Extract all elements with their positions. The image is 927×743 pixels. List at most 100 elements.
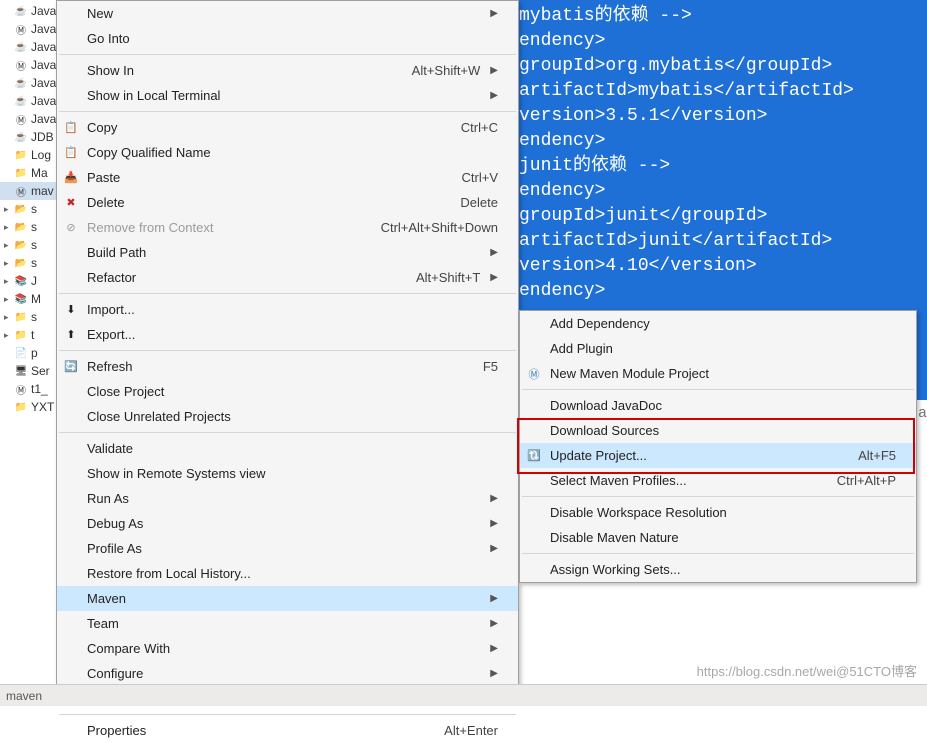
tree-item[interactable]: ☕JDB (0, 128, 60, 146)
tree-item-label: Java (31, 94, 56, 108)
expand-icon[interactable]: ▸ (4, 312, 14, 323)
menu-item-validate[interactable]: Validate (57, 436, 518, 461)
menu-item-add-dependency[interactable]: Add Dependency (520, 311, 916, 336)
expand-icon[interactable]: ▸ (4, 240, 14, 251)
tree-item-label: YXT (31, 400, 54, 414)
menu-item-run-as[interactable]: Run As▶ (57, 486, 518, 511)
menu-item-close-project[interactable]: Close Project (57, 379, 518, 404)
source-folder-icon: 📂 (14, 202, 28, 216)
submenu-arrow-icon: ▶ (490, 272, 498, 283)
menu-item-update-project[interactable]: 🔃Update Project...Alt+F5 (520, 443, 916, 468)
tree-item[interactable]: 🖥Ser (0, 362, 60, 380)
tree-item[interactable]: Ⓜmav (0, 182, 60, 200)
submenu-arrow-icon: ▶ (490, 8, 498, 19)
menu-item-disable-maven-nature[interactable]: Disable Maven Nature (520, 525, 916, 550)
menu-item-refresh[interactable]: 🔄RefreshF5 (57, 354, 518, 379)
code-line: endency> (519, 29, 927, 54)
tree-item[interactable]: ▸📚J (0, 272, 60, 290)
menu-item-download-sources[interactable]: Download Sources (520, 418, 916, 443)
tree-item[interactable]: ⓂJava (0, 20, 60, 38)
menu-item-download-javadoc[interactable]: Download JavaDoc (520, 393, 916, 418)
menu-item-disable-workspace-resolution[interactable]: Disable Workspace Resolution (520, 500, 916, 525)
tree-item[interactable]: 📁Log (0, 146, 60, 164)
tree-item[interactable]: ⓂJava (0, 56, 60, 74)
menu-item-properties[interactable]: PropertiesAlt+Enter (57, 718, 518, 743)
menu-item-shortcut: Ctrl+Alt+P (837, 473, 896, 488)
library-icon: 📚 (14, 292, 28, 306)
menu-item-show-in-local-terminal[interactable]: Show in Local Terminal▶ (57, 83, 518, 108)
project-explorer[interactable]: ☕JavaⓂJava☕JavaⓂJava☕Java☕JavaⓂJava☕JDB📁… (0, 0, 60, 706)
expand-icon[interactable]: ▸ (4, 258, 14, 269)
submenu-arrow-icon: ▶ (490, 668, 498, 679)
menu-item-add-plugin[interactable]: Add Plugin (520, 336, 916, 361)
tree-item-label: t (31, 328, 34, 342)
menu-item-show-in[interactable]: Show InAlt+Shift+W▶ (57, 58, 518, 83)
menu-item-label: Compare With (87, 641, 480, 656)
code-line: artifactId>junit</artifactId> (519, 229, 927, 254)
tree-item[interactable]: ☕Java (0, 74, 60, 92)
menu-item-go-into[interactable]: Go Into (57, 26, 518, 51)
context-menu-maven[interactable]: Add DependencyAdd PluginⓂNew Maven Modul… (519, 310, 917, 583)
tree-item[interactable]: ▸📁t (0, 326, 60, 344)
expand-icon[interactable]: ▸ (4, 330, 14, 341)
tree-item[interactable]: ⓂJava (0, 110, 60, 128)
tree-item[interactable]: Ⓜt1_ (0, 380, 60, 398)
menu-item-export[interactable]: ⬆Export... (57, 322, 518, 347)
tree-item[interactable]: ▸📂s (0, 254, 60, 272)
tree-item[interactable]: ▸📁s (0, 308, 60, 326)
menu-item-shortcut: Ctrl+C (461, 120, 498, 135)
library-icon: 📚 (14, 274, 28, 288)
tree-item[interactable]: 📁Ma (0, 164, 60, 182)
tree-item[interactable]: ☕Java (0, 92, 60, 110)
expand-icon[interactable]: ▸ (4, 276, 14, 287)
submenu-arrow-icon: ▶ (490, 65, 498, 76)
tree-item[interactable]: ▸📂s (0, 236, 60, 254)
import-icon: ⬇ (63, 302, 79, 318)
menu-item-paste[interactable]: 📥PasteCtrl+V (57, 165, 518, 190)
tree-item[interactable]: ▸📚M (0, 290, 60, 308)
expand-icon[interactable]: ▸ (4, 294, 14, 305)
folder-icon: 📁 (14, 328, 28, 342)
menu-item-team[interactable]: Team ▶ (57, 611, 518, 636)
menu-item-copy[interactable]: 📋CopyCtrl+C (57, 115, 518, 140)
menu-item-new[interactable]: New▶ (57, 1, 518, 26)
menu-item-label: Refresh (87, 359, 483, 374)
menu-item-label: Team (87, 616, 480, 631)
tree-item-label: Ma (31, 166, 48, 180)
source-folder-icon: 📂 (14, 238, 28, 252)
menu-item-profile-as[interactable]: Profile As▶ (57, 536, 518, 561)
tree-item[interactable]: 📄p (0, 344, 60, 362)
menu-item-configure[interactable]: Configure▶ (57, 661, 518, 686)
tree-item-label: J (31, 274, 37, 288)
menu-item-assign-working-sets[interactable]: Assign Working Sets... (520, 557, 916, 582)
menu-item-delete[interactable]: ✖DeleteDelete (57, 190, 518, 215)
menu-item-label: Build Path (87, 245, 480, 260)
menu-item-maven[interactable]: Maven▶ (57, 586, 518, 611)
expand-icon[interactable]: ▸ (4, 222, 14, 233)
menu-item-restore-from-local-history[interactable]: Restore from Local History... (57, 561, 518, 586)
status-text: maven (6, 689, 42, 703)
tree-item[interactable]: ☕Java (0, 38, 60, 56)
menu-item-show-in-remote-systems-view[interactable]: Show in Remote Systems view (57, 461, 518, 486)
code-line: version>4.10</version> (519, 254, 927, 279)
menu-item-build-path[interactable]: Build Path▶ (57, 240, 518, 265)
menu-item-new-maven-module-project[interactable]: ⓂNew Maven Module Project (520, 361, 916, 386)
java-project-icon: ☕ (14, 130, 28, 144)
menu-item-copy-qualified-name[interactable]: 📋Copy Qualified Name (57, 140, 518, 165)
menu-item-close-unrelated-projects[interactable]: Close Unrelated Projects (57, 404, 518, 429)
menu-item-debug-as[interactable]: Debug As▶ (57, 511, 518, 536)
tree-item[interactable]: ☕Java (0, 2, 60, 20)
menu-item-label: Restore from Local History... (87, 566, 498, 581)
menu-item-import[interactable]: ⬇Import... (57, 297, 518, 322)
menu-item-select-maven-profiles[interactable]: Select Maven Profiles...Ctrl+Alt+P (520, 468, 916, 493)
submenu-arrow-icon: ▶ (490, 618, 498, 629)
tree-item[interactable]: 📁YXT (0, 398, 60, 416)
tree-item[interactable]: ▸📂s (0, 200, 60, 218)
menu-item-compare-with[interactable]: Compare With▶ (57, 636, 518, 661)
expand-icon[interactable]: ▸ (4, 204, 14, 215)
menu-item-refactor[interactable]: RefactorAlt+Shift+T▶ (57, 265, 518, 290)
context-menu-main[interactable]: New▶Go Into Show InAlt+Shift+W▶Show in Lo… (56, 0, 519, 697)
tree-item[interactable]: ▸📂s (0, 218, 60, 236)
folder-icon: 📁 (14, 310, 28, 324)
menu-item-label: New Maven Module Project (550, 366, 896, 381)
